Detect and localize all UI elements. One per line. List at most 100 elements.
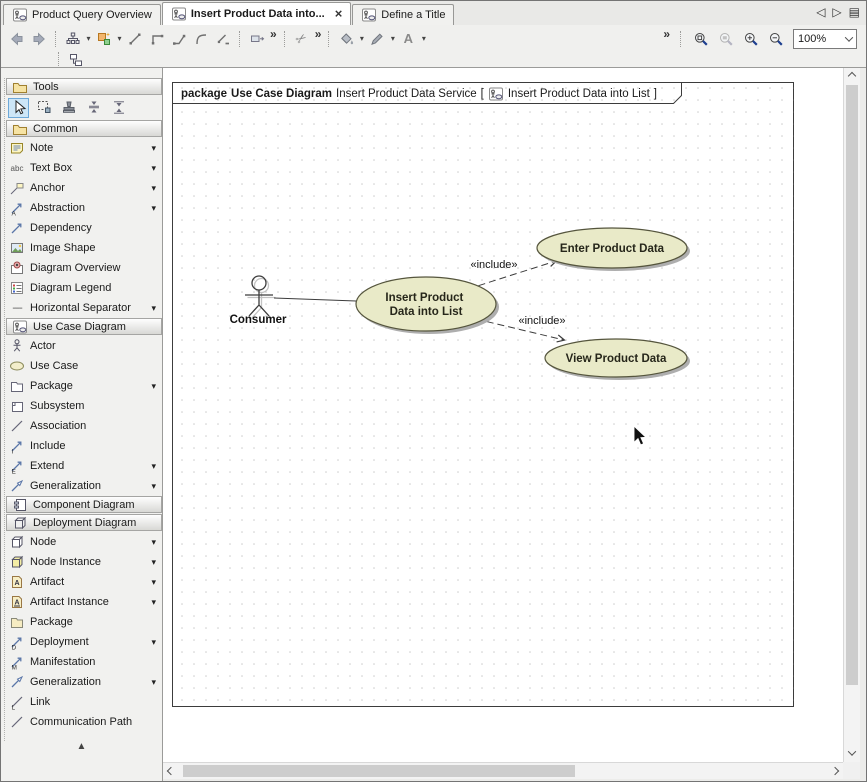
palette-item-subsystem[interactable]: Subsystem — [1, 396, 162, 416]
chevron-down-icon[interactable]: ▾ — [357, 34, 366, 43]
chevron-down-icon[interactable]: ▾ — [144, 481, 159, 492]
package-frame[interactable] — [173, 83, 794, 707]
tab-product-query-overview[interactable]: Product Query Overview — [3, 4, 161, 25]
diagram-canvas[interactable]: Consumer «include» «include» Insert Prod… — [163, 68, 843, 762]
scroll-down-button[interactable] — [844, 745, 860, 761]
chevron-down-icon[interactable]: ▾ — [144, 597, 159, 608]
chevron-down-icon[interactable]: ▾ — [144, 303, 159, 314]
palette-section-tools[interactable]: Tools — [6, 78, 162, 95]
palette-item-anchor[interactable]: Anchor▾ — [1, 178, 162, 198]
vertical-scrollbar-thumb[interactable] — [846, 85, 858, 685]
add-related-element-button[interactable] — [93, 29, 115, 49]
palette-item-horizontal-separator[interactable]: ----Horizontal Separator▾ — [1, 298, 162, 318]
chevron-down-icon[interactable]: ▾ — [144, 143, 159, 154]
layout-hierarchic-button[interactable] — [62, 29, 84, 49]
overflow-chevron-icon[interactable]: » — [270, 27, 277, 41]
zoom-out-button[interactable] — [765, 29, 787, 49]
chevron-down-icon[interactable]: ▾ — [144, 537, 159, 548]
usecase-enter-product-data[interactable]: Enter Product Data — [537, 228, 690, 271]
fill-color-button[interactable] — [335, 29, 357, 49]
palette-section-common[interactable]: Common — [6, 120, 162, 137]
scroll-left-button[interactable] — [163, 763, 179, 779]
stamp-tool[interactable] — [58, 98, 79, 118]
palette-item-generalization[interactable]: Generalization▾ — [1, 672, 162, 692]
path-rectilinear-button[interactable] — [146, 29, 168, 49]
palette-item-package[interactable]: Package — [1, 612, 162, 632]
vertical-scrollbar[interactable] — [843, 68, 860, 762]
palette-item-use-case[interactable]: Use Case — [1, 356, 162, 376]
palette-item-package[interactable]: Package▾ — [1, 376, 162, 396]
include-label[interactable]: «include» — [470, 259, 517, 271]
palette-item-note[interactable]: Note▾ — [1, 138, 162, 158]
chevron-down-icon[interactable]: ▾ — [144, 461, 159, 472]
horizontal-scrollbar-thumb[interactable] — [183, 765, 575, 777]
chevron-down-icon[interactable]: ▾ — [84, 34, 93, 43]
forward-button[interactable] — [28, 29, 50, 49]
palette-item-abstraction[interactable]: AAbstraction▾ — [1, 198, 162, 218]
scroll-right-button[interactable] — [827, 763, 843, 779]
include-label[interactable]: «include» — [518, 315, 565, 327]
chevron-down-icon[interactable]: ▾ — [144, 677, 159, 688]
palette-item-text-box[interactable]: abcText Box▾ — [1, 158, 162, 178]
palette-item-artifact[interactable]: AArtifact▾ — [1, 572, 162, 592]
select-tool[interactable] — [8, 98, 29, 118]
palette-item-manifestation[interactable]: MManifestation — [1, 652, 162, 672]
palette-item-link[interactable]: LLink — [1, 692, 162, 712]
palette-item-association[interactable]: Association — [1, 416, 162, 436]
chevron-down-icon[interactable]: ▾ — [144, 637, 159, 648]
chevron-down-icon[interactable]: ▾ — [144, 203, 159, 214]
palette-item-diagram-overview[interactable]: Diagram Overview — [1, 258, 162, 278]
resize-element-button[interactable] — [246, 29, 268, 49]
line-color-button[interactable] — [366, 29, 388, 49]
palette-item-include[interactable]: IInclude — [1, 436, 162, 456]
palette-item-extend[interactable]: EExtend▾ — [1, 456, 162, 476]
chevron-down-icon[interactable]: ▾ — [144, 577, 159, 588]
palette-section-component-diagram[interactable]: Component Diagram — [6, 496, 162, 513]
chevron-down-icon[interactable]: ▾ — [144, 183, 159, 194]
palette-item-dependency[interactable]: Dependency — [1, 218, 162, 238]
back-button[interactable] — [6, 29, 28, 49]
palette-item-actor[interactable]: Actor — [1, 336, 162, 356]
palette-item-communication-path[interactable]: Communication Path — [1, 712, 162, 732]
tab-define-a-title[interactable]: Define a Title — [352, 4, 454, 25]
horizontal-scrollbar[interactable] — [163, 762, 843, 779]
chevron-down-icon[interactable]: ▾ — [144, 163, 159, 174]
tab-list-button[interactable]: ▤ — [849, 5, 860, 19]
diagram-frame-header[interactable]: package Use Case Diagram Insert Product … — [173, 84, 661, 103]
font-color-button[interactable]: A — [397, 29, 419, 49]
tab-insert-product-data-into-list[interactable]: Insert Product Data into... × — [162, 2, 351, 25]
palette-item-diagram-legend[interactable]: Diagram Legend — [1, 278, 162, 298]
tab-scroll-left-button[interactable]: ◁ — [816, 5, 825, 19]
palette-collapse-button[interactable]: ▲ — [1, 741, 162, 752]
overflow-chevron-icon[interactable]: » — [663, 27, 670, 41]
chevron-down-icon[interactable]: ▾ — [115, 34, 124, 43]
palette-item-image-shape[interactable]: Image Shape — [1, 238, 162, 258]
palette-item-artifact-instance[interactable]: AArtifact Instance▾ — [1, 592, 162, 612]
zoom-in-button[interactable] — [740, 29, 762, 49]
chevron-down-icon[interactable]: ▾ — [144, 381, 159, 392]
overflow-chevron-icon[interactable]: » — [315, 27, 322, 41]
zoom-actual-size-button[interactable] — [690, 29, 712, 49]
path-curved-button[interactable] — [190, 29, 212, 49]
path-custom-button[interactable] — [212, 29, 234, 49]
cut-button[interactable]: ✂ — [291, 29, 313, 49]
chevron-down-icon[interactable]: ▾ — [388, 34, 397, 43]
palette-item-node[interactable]: Node▾ — [1, 532, 162, 552]
palette-item-node-instance[interactable]: Node Instance▾ — [1, 552, 162, 572]
chevron-down-icon[interactable]: ▾ — [144, 557, 159, 568]
chevron-down-icon[interactable]: ▾ — [419, 34, 428, 43]
palette-section-deployment-diagram[interactable]: Deployment Diagram — [6, 514, 162, 531]
vertical-tree-tool[interactable] — [83, 98, 104, 118]
group-select-tool[interactable] — [33, 98, 54, 118]
palette-section-use-case-diagram[interactable]: Use Case Diagram — [6, 318, 162, 335]
close-icon[interactable]: × — [335, 9, 343, 19]
zoom-level-combo[interactable]: 100% — [793, 29, 857, 49]
palette-item-generalization[interactable]: Generalization▾ — [1, 476, 162, 496]
tab-scroll-right-button[interactable]: ▷ — [832, 5, 841, 19]
palette-item-deployment[interactable]: DDeployment▾ — [1, 632, 162, 652]
compact-tree-tool[interactable] — [108, 98, 129, 118]
scroll-up-button[interactable] — [844, 68, 860, 84]
zoom-fit-button[interactable] — [715, 29, 737, 49]
path-oblique-button[interactable] — [168, 29, 190, 49]
path-straight-button[interactable] — [124, 29, 146, 49]
